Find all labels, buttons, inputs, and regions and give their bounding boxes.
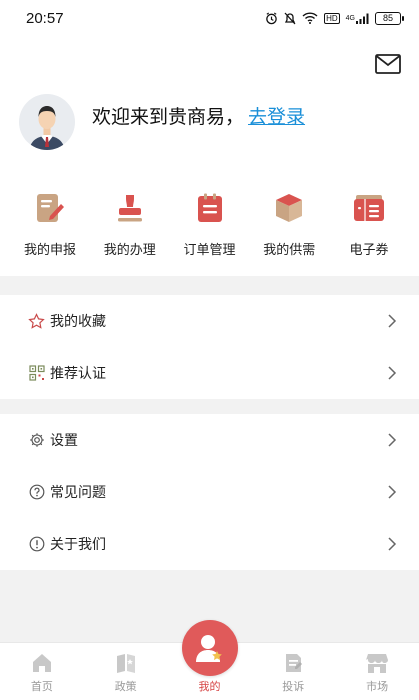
network-label: 4G [345, 14, 355, 22]
envelope-icon [375, 54, 401, 74]
tab-label: 市场 [366, 680, 389, 693]
signal-icon: 4G [346, 13, 369, 24]
status-icons: HD 4G 85 [265, 11, 404, 25]
tab-label: 政策 [114, 680, 137, 693]
chevron-right-icon [388, 433, 397, 447]
qr-code-icon [28, 365, 45, 382]
avatar[interactable] [19, 94, 75, 150]
menu-group-favorites: 我的收藏 推荐认证 [0, 295, 419, 399]
quick-action-order-management[interactable]: 订单管理 [173, 191, 247, 271]
welcome-message: 欢迎来到贵商易， 去登录 [92, 102, 305, 129]
alarm-icon [265, 11, 278, 25]
edit-document-icon [33, 191, 67, 225]
tab-home[interactable]: 首页 [7, 651, 77, 694]
home-icon [30, 651, 54, 675]
center-profile-button[interactable] [182, 620, 238, 676]
quick-action-my-handling[interactable]: 我的办理 [93, 191, 167, 271]
status-bar: 20:57 HD 4G 85 [0, 0, 419, 36]
quick-action-label: 电子券 [349, 243, 389, 258]
welcome-text: 欢迎来到贵商易， [92, 106, 245, 128]
tab-label: 我的 [198, 680, 221, 693]
quick-action-my-declaration[interactable]: 我的申报 [13, 191, 87, 271]
star-icon [28, 312, 45, 330]
chevron-right-icon [388, 485, 397, 499]
menu-item-about-us[interactable]: 关于我们 [0, 518, 419, 570]
clipboard-list-icon [193, 191, 227, 225]
quick-action-my-supply-demand[interactable]: 我的供需 [252, 191, 326, 271]
mute-bell-icon [284, 12, 296, 25]
menu-item-label: 推荐认证 [50, 366, 106, 382]
tab-label: 首页 [30, 680, 53, 693]
complaint-icon [281, 651, 305, 675]
chevron-right-icon [388, 314, 397, 328]
menu-item-label: 关于我们 [50, 537, 106, 553]
chevron-right-icon [388, 537, 397, 551]
gear-icon [28, 432, 45, 449]
policy-book-icon [114, 651, 138, 675]
menu-item-faq[interactable]: 常见问题 [0, 466, 419, 518]
tab-policy[interactable]: 政策 [91, 651, 161, 694]
quick-action-label: 我的供需 [263, 243, 316, 258]
store-icon [365, 651, 389, 675]
user-profile-icon [196, 635, 222, 662]
mail-button[interactable] [375, 54, 401, 76]
quick-actions: 我的申报 我的办理 订单管理 我的供需 电子券 [0, 191, 419, 271]
menu-item-settings[interactable]: 设置 [0, 414, 419, 466]
hd-badge: HD [324, 12, 340, 24]
tab-label: 投诉 [282, 680, 305, 693]
chevron-right-icon [388, 366, 397, 380]
quick-action-e-coupon[interactable]: 电子券 [332, 191, 406, 271]
quick-action-label: 我的办理 [103, 243, 156, 258]
login-link[interactable]: 去登录 [248, 102, 305, 129]
menu-group-settings: 设置 常见问题 关于我们 [0, 414, 419, 570]
status-time: 20:57 [26, 9, 64, 27]
question-icon [28, 484, 45, 501]
quick-action-label: 订单管理 [183, 243, 236, 258]
coupon-icon [352, 191, 386, 225]
tab-complaint[interactable]: 投诉 [258, 651, 328, 694]
menu-item-label: 设置 [50, 433, 78, 449]
menu-item-recommend-certification[interactable]: 推荐认证 [0, 347, 419, 399]
info-icon [28, 536, 45, 553]
box-icon [272, 191, 306, 225]
menu-item-favorites[interactable]: 我的收藏 [0, 295, 419, 347]
menu-item-label: 我的收藏 [50, 314, 106, 330]
menu-item-label: 常见问题 [50, 485, 106, 501]
profile-header: 欢迎来到贵商易， 去登录 我的申报 我的办理 订单管理 我的供需 电子券 [0, 36, 419, 276]
battery-indicator: 85 [375, 11, 404, 25]
stamp-icon [113, 191, 147, 225]
wifi-icon [302, 12, 318, 24]
tab-market[interactable]: 市场 [342, 651, 412, 694]
quick-action-label: 我的申报 [23, 243, 76, 258]
